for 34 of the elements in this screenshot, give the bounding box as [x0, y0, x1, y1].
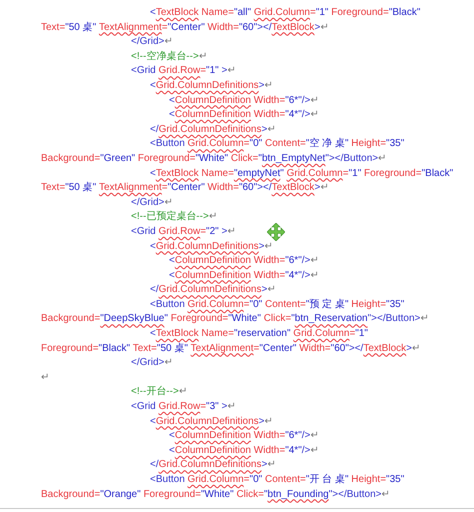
code-line: <Grid Grid.Row="2" >↵	[131, 224, 236, 239]
code-line: <TextBlock Name="reservation" Grid.Column="1"	[150, 327, 368, 342]
code-line: <Button Grid.Column="0" Content="空 净 桌" Height="35"	[150, 137, 404, 152]
paragraph-mark: ↵	[41, 370, 49, 385]
code-line: Background="Orange" Foreground="White" Click="btn_Founding"></Button>↵	[41, 488, 390, 502]
code-line: <Button Grid.Column="0" Content="开 台 桌" Height="35"	[150, 473, 404, 487]
code-line: <Grid Grid.Row="3" >↵	[131, 400, 236, 414]
code-line: <!--已预定桌台-->↵	[131, 210, 217, 224]
code-line: <TextBlock Name="all" Grid.Column="1" Foreground="Black"	[150, 6, 420, 20]
code-line: </Grid.ColumnDefinitions>↵	[150, 122, 276, 137]
code-line: <ColumnDefinition Width="6*"/>↵	[169, 94, 318, 108]
code-line: <Grid.ColumnDefinitions>↵	[150, 78, 273, 93]
code-line: Foreground="Black" Text="50 桌" TextAlignment="Center" Width="60"></TextBlock>↵	[41, 342, 420, 356]
code-line: Text="50 桌" TextAlignment="Center" Width="60"></TextBlock>↵	[41, 20, 328, 35]
code-line: <Grid.ColumnDefinitions>↵	[150, 240, 273, 254]
code-line: </Grid>↵	[131, 196, 172, 210]
code-line: </Grid.ColumnDefinitions>↵	[150, 283, 276, 298]
code-line: Background="Green" Foreground="White" Click="btn_EmptyNet"></Button>↵	[41, 152, 386, 166]
code-line: <TextBlock Name="emptyNet" Grid.Column="1" Foreground="Black"	[150, 166, 454, 181]
code-line: <ColumnDefinition Width="4*"/>↵	[169, 108, 318, 122]
code-line: <ColumnDefinition Width="4*"/>↵	[169, 268, 318, 283]
code-line: <!--开台-->↵	[131, 385, 187, 400]
code-line: <ColumnDefinition Width="6*"/>↵	[169, 429, 318, 444]
code-line: <ColumnDefinition Width="4*"/>↵	[169, 444, 318, 458]
code-line: <ColumnDefinition Width="6*"/>↵	[169, 254, 318, 268]
code-line: <Grid.ColumnDefinitions>↵	[150, 414, 273, 429]
code-line: <Button Grid.Column="0" Content="预 定 桌" Height="35"	[150, 298, 404, 312]
code-line: </Grid>↵	[131, 356, 172, 370]
code-line: <!--空净桌台-->↵	[131, 50, 207, 64]
code-line: Background="DeepSkyBlue" Foreground="White" Click="btn_Reservation"></Button>↵	[41, 312, 428, 326]
code-line: <Grid Grid.Row="1" >↵	[131, 64, 236, 78]
code-line: </Grid>↵	[131, 35, 172, 50]
code-line: </Grid.ColumnDefinitions>↵	[150, 458, 276, 472]
code-line: Text="50 桌" TextAlignment="Center" Width="60"></TextBlock>↵	[41, 181, 328, 196]
